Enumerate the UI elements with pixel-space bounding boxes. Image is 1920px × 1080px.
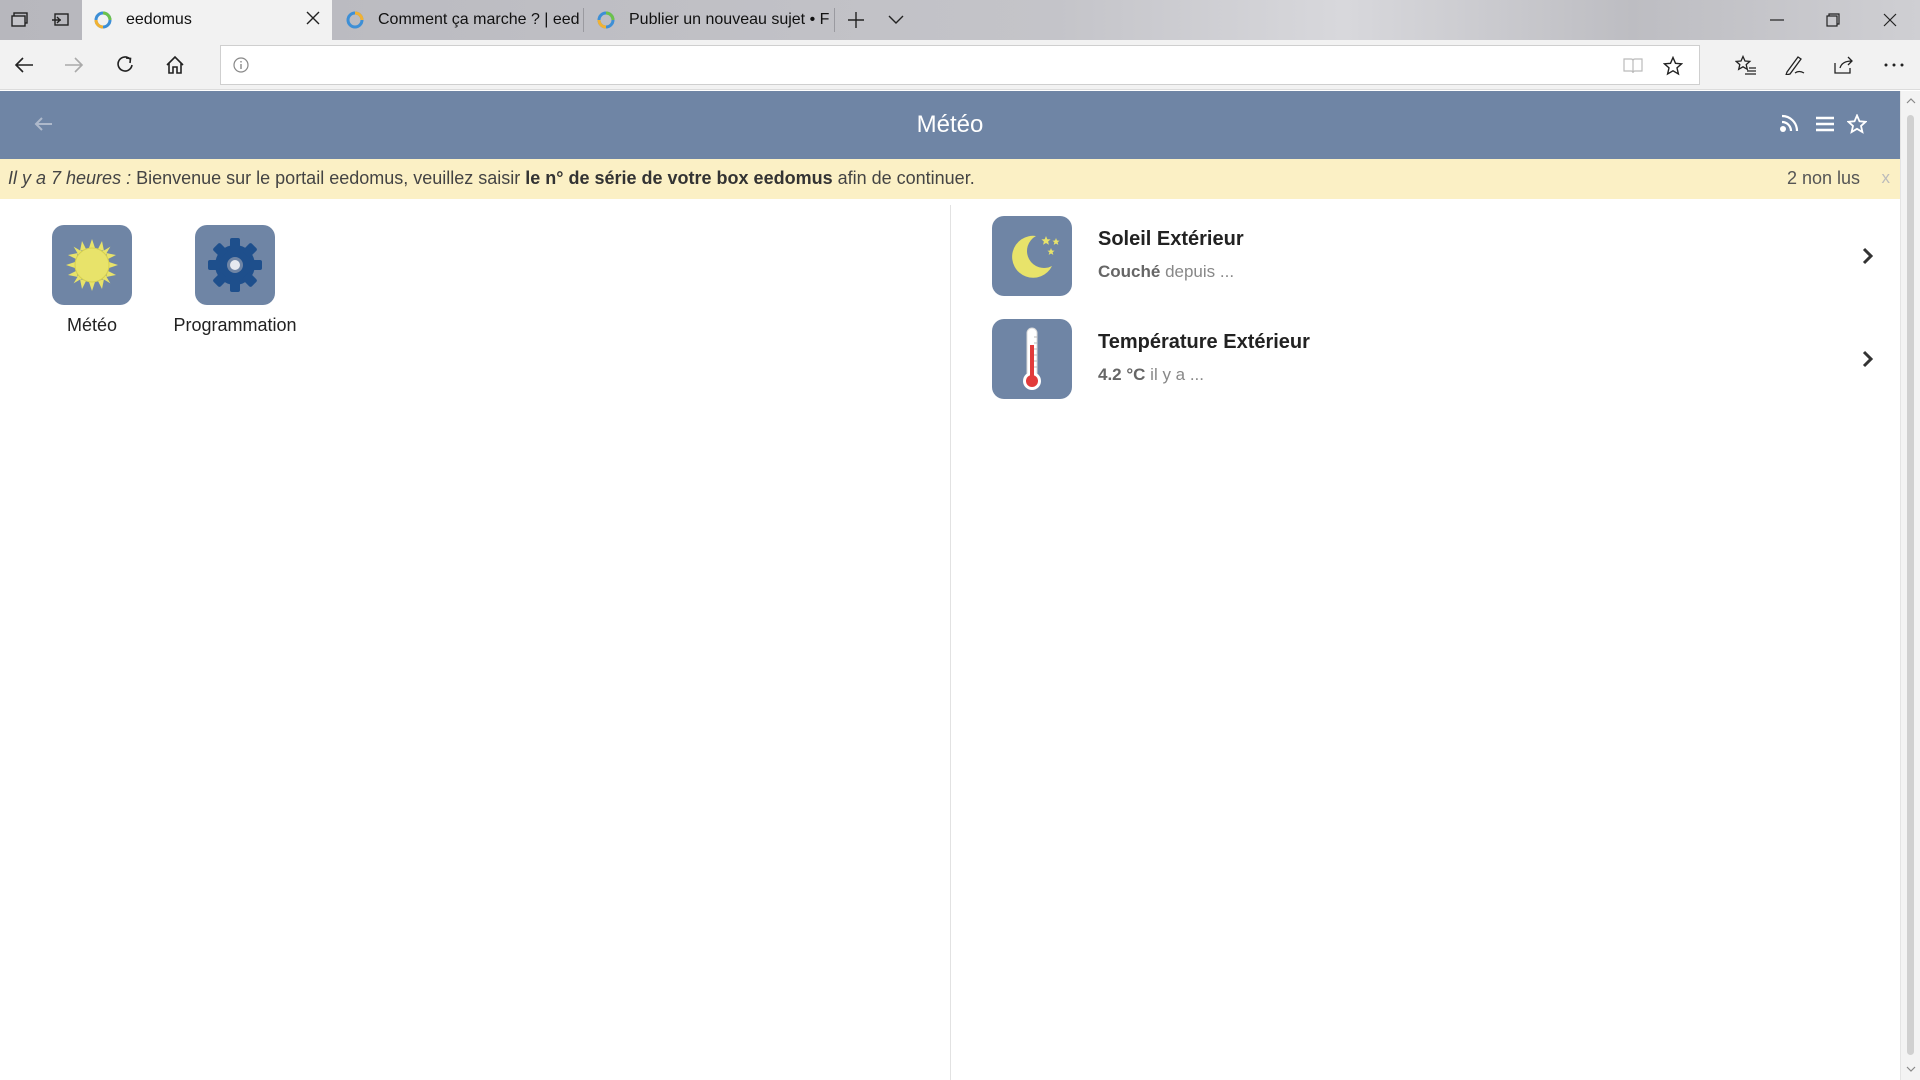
scroll-up-icon[interactable] [1901, 91, 1920, 111]
notification-time: Il y a 7 heures : [8, 168, 132, 188]
device-value: Couché [1098, 262, 1161, 281]
tab-title: Publier un nouveau sujet • F [629, 11, 829, 28]
favorites-list-icon[interactable] [1726, 45, 1766, 85]
notification-text: afin de continuer. [832, 168, 975, 188]
device-value: 4.2 °C [1098, 365, 1146, 384]
device-status: Couché depuis ... [1098, 262, 1234, 282]
tab-preview-chevron-icon[interactable] [876, 0, 916, 40]
site-favicon-icon [346, 11, 364, 29]
device-name: Température Extérieur [1098, 331, 1310, 353]
new-tab-icon[interactable] [836, 0, 876, 40]
tab-publier-sujet[interactable]: Publier un nouveau sujet • F [585, 0, 833, 40]
site-favicon-icon [597, 11, 615, 29]
gear-icon [195, 225, 275, 305]
chevron-right-icon[interactable] [1858, 345, 1878, 373]
page-title: Météo [916, 111, 984, 138]
thermometer-icon [992, 319, 1072, 399]
device-time: depuis ... [1160, 262, 1235, 281]
browser-tab-bar: eedomus Comment ça marche ? | eed Publie… [0, 0, 1920, 40]
device-row-temperature[interactable]: Température Extérieur 4.2 °C il y a ... [992, 319, 1892, 403]
close-window-icon[interactable] [1862, 0, 1918, 40]
close-tab-icon[interactable] [306, 11, 320, 30]
close-notification-button[interactable]: x [1882, 159, 1891, 197]
address-input[interactable] [257, 52, 1587, 78]
scroll-thumb[interactable] [1907, 115, 1914, 1055]
device-row-soleil[interactable]: Soleil Extérieur Couché depuis ... [992, 216, 1892, 300]
pane-divider [950, 205, 951, 1080]
web-notes-icon[interactable] [1774, 45, 1814, 85]
sun-icon [52, 225, 132, 305]
tab-comment-ca-marche[interactable]: Comment ça marche ? | eed [334, 0, 582, 40]
info-icon[interactable] [233, 57, 249, 78]
home-icon[interactable] [155, 45, 195, 85]
address-bar[interactable] [220, 45, 1700, 85]
share-icon[interactable] [1824, 45, 1864, 85]
device-name: Soleil Extérieur [1098, 228, 1244, 250]
browser-toolbar [0, 40, 1920, 90]
moon-icon [992, 216, 1072, 296]
notification-message: Il y a 7 heures : Bienvenue sur le porta… [8, 159, 975, 197]
set-aside-tabs-icon[interactable] [40, 0, 80, 40]
forward-icon[interactable] [54, 45, 94, 85]
device-time: il y a ... [1145, 365, 1205, 384]
unread-count[interactable]: 2 non lus [1787, 159, 1860, 197]
favorite-star-icon[interactable] [1840, 107, 1874, 141]
tab-separator [834, 8, 835, 32]
feed-icon[interactable] [1772, 107, 1806, 141]
reading-view-icon[interactable] [1623, 57, 1643, 80]
tab-title: Comment ça marche ? | eed [378, 11, 580, 28]
tab-separator [583, 8, 584, 32]
room-tiles: Météo Programmation [0, 199, 950, 1080]
favorite-star-icon[interactable] [1662, 55, 1684, 81]
back-icon[interactable] [4, 45, 44, 85]
scroll-down-icon[interactable] [1901, 1059, 1920, 1079]
more-options-icon[interactable] [1874, 45, 1914, 85]
notification-bar: Il y a 7 heures : Bienvenue sur le porta… [0, 159, 1900, 199]
menu-icon[interactable] [1808, 107, 1842, 141]
tile-label: Météo [66, 315, 118, 335]
tab-list-icon[interactable] [0, 0, 40, 40]
tab-eedomus[interactable]: eedomus [82, 0, 332, 40]
restore-icon[interactable] [1805, 0, 1861, 40]
tile-meteo[interactable]: Météo [17, 225, 167, 336]
app-header: Météo [0, 91, 1900, 159]
notification-link[interactable]: le n° de série de votre box eedomus [525, 168, 832, 188]
tile-label: Programmation [173, 315, 297, 335]
vertical-scrollbar[interactable] [1900, 91, 1920, 1080]
notification-text: Bienvenue sur le portail eedomus, veuill… [131, 168, 526, 188]
device-status: 4.2 °C il y a ... [1098, 365, 1204, 385]
eedomus-favicon-icon [94, 11, 112, 29]
refresh-icon[interactable] [105, 45, 145, 85]
minimize-icon[interactable] [1749, 0, 1805, 40]
chevron-right-icon[interactable] [1858, 242, 1878, 270]
tile-programmation[interactable]: Programmation [160, 225, 310, 336]
tab-title: eedomus [126, 11, 192, 28]
